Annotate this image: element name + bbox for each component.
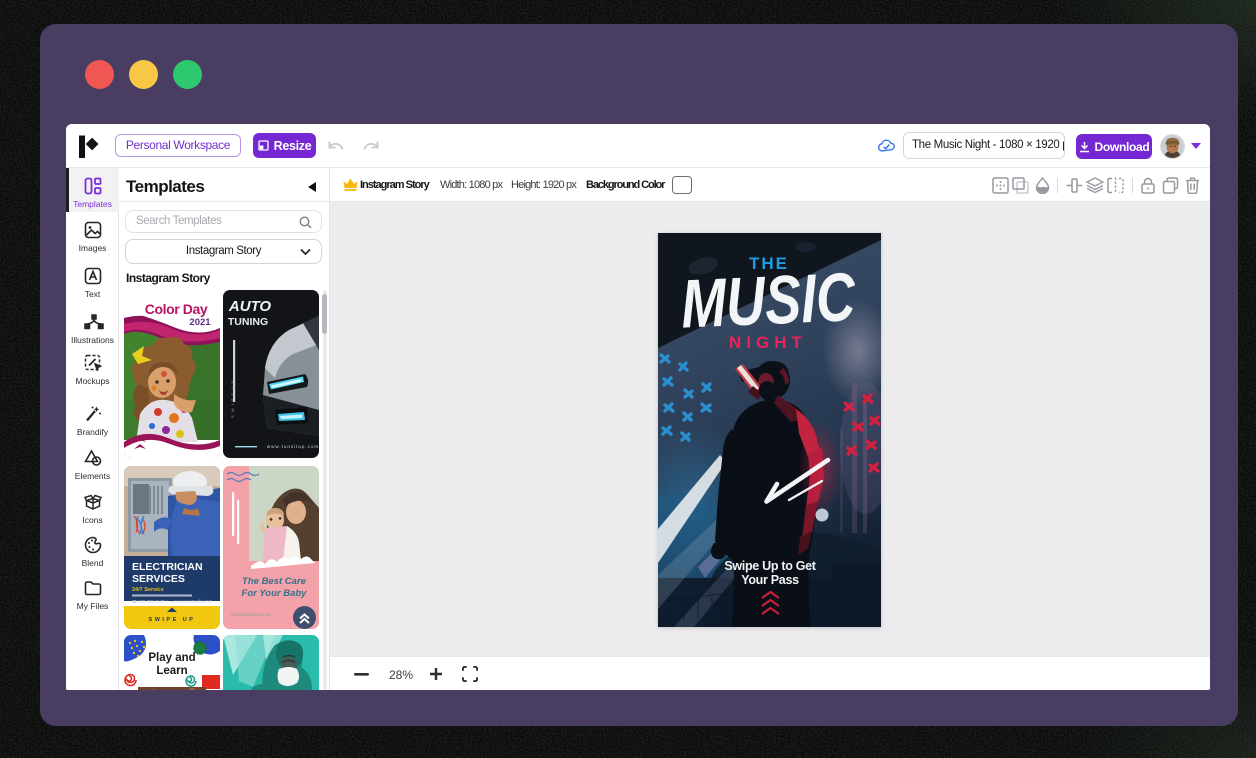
svg-text:For Your Baby: For Your Baby xyxy=(242,588,308,599)
svg-text:www.tunsitup.com: www.tunsitup.com xyxy=(267,444,319,449)
svg-text:Swipe Up to Get: Swipe Up to Get xyxy=(724,559,816,573)
svg-text:TUNING: TUNING xyxy=(228,316,268,328)
svg-text:ELECTRICIAN: ELECTRICIAN xyxy=(132,561,203,573)
svg-text:The Best Care: The Best Care xyxy=(242,576,307,587)
svg-text:coolmommies.com: coolmommies.com xyxy=(231,612,271,618)
svg-text:SWIPE UP: SWIPE UP xyxy=(149,617,196,623)
svg-text:24/7 Service: 24/7 Service xyxy=(132,587,164,593)
svg-text:☎ 202-555-0147 | ● www.elect: ☎ 202-555-0147 | ● www.electroafix.com xyxy=(132,599,213,604)
svg-text:NIGHT: NIGHT xyxy=(729,333,807,352)
svg-text:Your Pass: Your Pass xyxy=(741,573,799,587)
svg-text:Play and: Play and xyxy=(148,652,195,664)
svg-text:MUSIC: MUSIC xyxy=(679,259,857,343)
svg-text:Learn: Learn xyxy=(156,665,187,677)
svg-text:SERVICES: SERVICES xyxy=(132,573,185,585)
svg-text:AUTO: AUTO xyxy=(228,298,272,315)
svg-text:Color Day: Color Day xyxy=(145,301,208,317)
svg-text:2021: 2021 xyxy=(189,317,211,328)
svg-text:S W I P E U P: S W I P E U P xyxy=(230,380,235,418)
